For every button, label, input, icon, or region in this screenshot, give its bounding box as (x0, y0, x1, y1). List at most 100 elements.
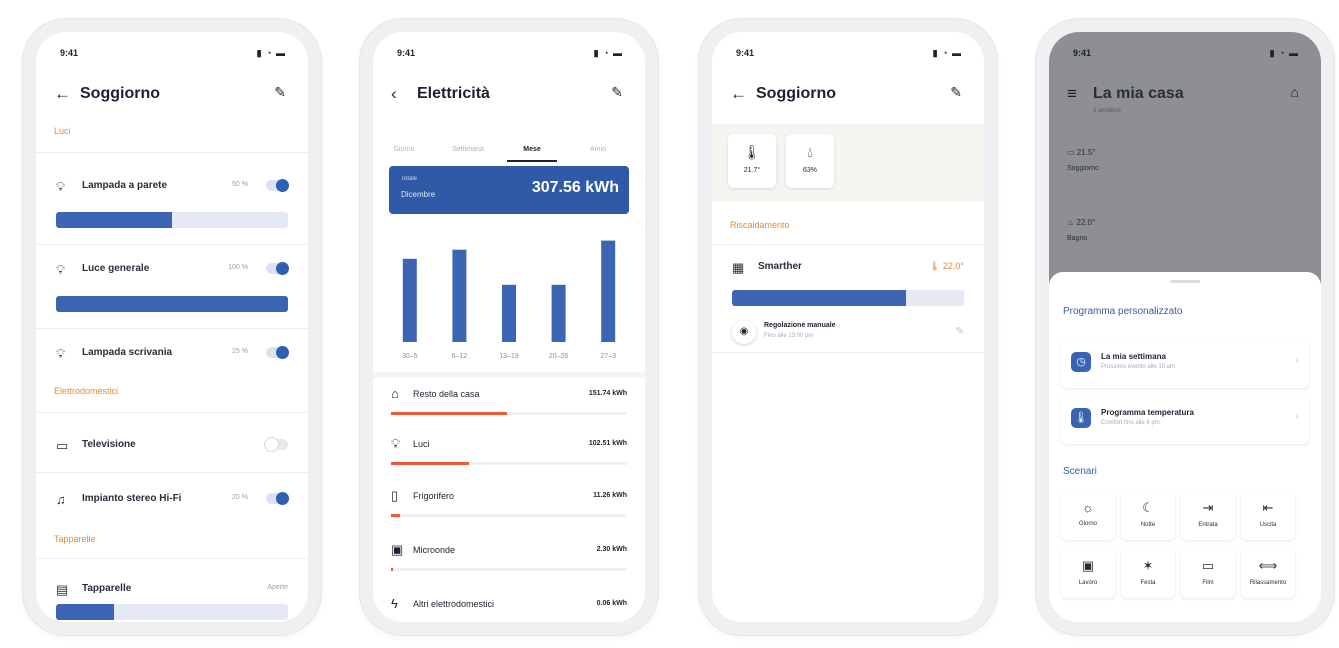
tv-icon: ▭ (1201, 558, 1215, 573)
light-toggle[interactable] (266, 179, 289, 192)
slider-fill (56, 212, 172, 228)
phone-la-mia-casa: 9:41 ▮ ◔ ▬ ≡ La mia casa ⌂ 3 ambienti ▭ … (1035, 18, 1335, 636)
chart-tick-label: 13–19 (499, 353, 519, 360)
dimmed-background[interactable] (1049, 32, 1321, 312)
consumption-row[interactable]: ⌂ Resto della casa 151.74 kWh (391, 386, 627, 408)
page-title: Elettricità (417, 85, 490, 102)
blind-row[interactable]: ▤ Tapparelle Aperte (56, 580, 288, 600)
menu-icon[interactable]: ≡ (1067, 84, 1077, 104)
edit-mode-icon[interactable]: ✎ (956, 326, 964, 337)
header: ← Soggiorno ✎ (730, 82, 966, 108)
appliance-row[interactable]: ♫ Impianto stereo Hi-Fi 20 % (56, 490, 289, 510)
consumption-row[interactable]: ▣ Microonde 2.30 kWh (391, 542, 627, 564)
consumption-row[interactable]: 💡︎ Luci 102.51 kWh (391, 436, 627, 458)
status-bar: 9:41 ▮ ◔ ▬ (736, 48, 962, 62)
status-time: 9:41 (60, 48, 79, 58)
scene-label: Entrata (1198, 522, 1218, 528)
consumption-value: 151.74 kWh (588, 390, 627, 397)
mode-sub: Fino alle 13:00 pm (764, 333, 814, 339)
chart-bar[interactable] (551, 284, 566, 342)
consumption-row[interactable]: ϟ Altri elettrodomestici 0.06 kWh (391, 596, 627, 618)
status-time: 9:41 (736, 48, 755, 58)
tab-anno[interactable]: Anno (573, 146, 623, 153)
light-row[interactable]: 💡︎ Lampada scrivania 25 % (56, 344, 289, 364)
edit-pencil-icon[interactable]: ✎ (274, 84, 286, 101)
blind-label: Tapparelle (82, 583, 132, 594)
consumption-label: Altri elettrodomestici (413, 599, 495, 609)
bulb-icon: 💡︎ (391, 436, 401, 451)
tab-giorno[interactable]: Giorno (379, 146, 429, 153)
tab-settimana[interactable]: Settimana (443, 146, 493, 153)
appliance-row[interactable]: ▭ Televisione (56, 436, 288, 456)
thermostat-slider[interactable] (732, 290, 964, 306)
screen: 9:41 ▮ ◔ ▬ ‹ Elettricità ✎ Giorno Settim… (373, 32, 645, 622)
share-fill (391, 462, 469, 465)
edit-pencil-icon[interactable]: ✎ (950, 84, 962, 101)
signal-icon: ▮ ◔ ▬ (1269, 48, 1299, 58)
scene-notte[interactable]: ☾ Notte (1121, 490, 1175, 540)
energy-icon[interactable]: ⌂ (1291, 84, 1299, 100)
signal-icon: ▮ ◔ ▬ (256, 48, 286, 58)
toggle-knob (276, 346, 289, 359)
scene-label: Notte (1140, 522, 1156, 528)
thermostat-row[interactable]: ▦ Smarther 🌡︎ 22.0° (732, 258, 964, 278)
brightness-slider[interactable] (56, 296, 288, 312)
scene-film[interactable]: ▭ Film (1181, 548, 1235, 598)
humidity-icon: 💧︎ (807, 144, 813, 160)
light-toggle[interactable] (266, 262, 289, 275)
sheet-handle[interactable] (1170, 280, 1200, 283)
page-title: Soggiorno (80, 85, 160, 102)
chart-tick-label: 30–5 (402, 353, 418, 360)
scene-label: Festa (1140, 580, 1156, 586)
exit-icon: ⇤ (1262, 500, 1274, 515)
bulb-icon: 💡︎ (56, 179, 66, 194)
sun-icon: ☼ (1082, 500, 1094, 515)
back-arrow-icon[interactable]: ← (730, 84, 747, 104)
chart-bar[interactable] (502, 284, 516, 342)
scene-uscita[interactable]: ⇤ Uscita (1241, 490, 1295, 540)
chart-tick-label: 27–3 (600, 353, 616, 360)
light-label: Lampada scrivania (82, 347, 173, 358)
clock-icon: ◷ (1071, 352, 1091, 372)
consumption-label: Resto della casa (413, 389, 480, 399)
scene-entrata[interactable]: ⇥ Entrata (1181, 490, 1235, 540)
mode-icon[interactable]: ◉ (732, 320, 756, 344)
speaker-icon: ♫ (56, 492, 66, 507)
chart-bar[interactable] (601, 240, 616, 342)
scene-festa[interactable]: ✶ Festa (1121, 548, 1175, 598)
brightness-slider[interactable] (56, 212, 288, 228)
back-arrow-icon[interactable]: ← (54, 84, 71, 104)
back-chevron-icon[interactable]: ‹ (391, 84, 397, 104)
room-row[interactable]: ♨ 22.0° Bagno (1067, 218, 1095, 242)
program-card[interactable]: 🌡︎ Programma temperatura Comfort fino al… (1061, 394, 1309, 444)
appliance-toggle[interactable] (265, 438, 288, 451)
slider-fill (732, 290, 906, 306)
room-row[interactable]: ▭ 21.5° Soggiorno (1067, 148, 1099, 172)
room-icon: ▭ (1067, 148, 1075, 157)
light-toggle[interactable] (266, 346, 289, 359)
slider-fill (56, 296, 288, 312)
divider (712, 244, 984, 245)
chart-bar[interactable] (452, 249, 467, 342)
tab-mese[interactable]: Mese (507, 146, 557, 162)
consumption-row[interactable]: ▯ Frigorifero 11.26 kWh (391, 488, 627, 510)
appliance-toggle[interactable] (266, 492, 289, 505)
program-card[interactable]: ◷ La mia settimana Prossimo evento alle … (1061, 338, 1309, 388)
edit-pencil-icon[interactable]: ✎ (611, 84, 623, 101)
status-time: 9:41 (397, 48, 416, 58)
program-title: Programma temperatura (1101, 408, 1194, 417)
light-row[interactable]: 💡︎ Luce generale 100 % (56, 260, 289, 280)
divider (712, 352, 984, 353)
chart-bar[interactable] (402, 258, 417, 342)
page-title: La mia casa (1093, 85, 1184, 102)
program-title: La mia settimana (1101, 352, 1166, 361)
divider (36, 152, 308, 153)
scene-rilassamento[interactable]: ⟺ Rilassamento (1241, 548, 1295, 598)
scene-lavoro[interactable]: ▣ Lavoro (1061, 548, 1115, 598)
scene-giorno[interactable]: ☼ Giorno (1061, 490, 1115, 540)
scene-label: Lavoro (1078, 580, 1098, 586)
light-row[interactable]: 💡︎ Lampada a parete 50 % (56, 177, 289, 197)
blinds-icon: ▤ (56, 582, 69, 597)
status-bar: 9:41 ▮ ◔ ▬ (1073, 48, 1299, 62)
blind-slider[interactable] (56, 604, 288, 620)
